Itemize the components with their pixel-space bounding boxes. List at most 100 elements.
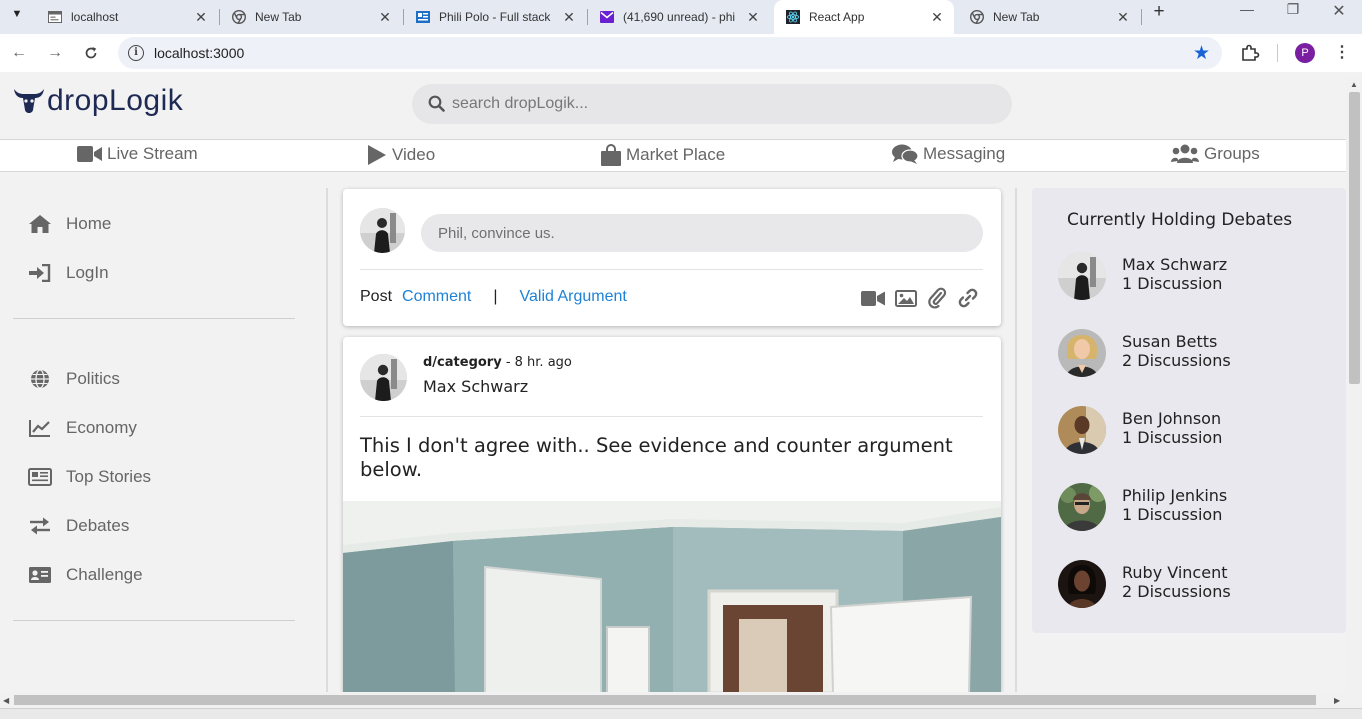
logo[interactable]: dropLogik — [12, 84, 183, 118]
newspaper-icon — [28, 468, 52, 486]
page-icon — [48, 10, 62, 24]
mail-icon — [600, 10, 614, 24]
scroll-up-arrow-icon[interactable]: ▲ — [1350, 80, 1358, 89]
debater-name: Ruby Vincent — [1122, 563, 1228, 582]
restore-icon[interactable]: ❐ — [1278, 1, 1308, 18]
globe-icon — [28, 369, 52, 389]
browser-tab-portfolio[interactable]: Phili Polo - Full stack ✕ — [404, 0, 586, 34]
topnav-groups[interactable]: Groups — [1171, 144, 1260, 164]
debater-count: 2 Discussions — [1122, 582, 1231, 601]
user-avatar[interactable] — [360, 208, 405, 253]
debater-count: 1 Discussion — [1122, 428, 1223, 447]
left-column-divider — [326, 188, 328, 692]
sidebar-item-economy[interactable]: Economy — [28, 418, 137, 438]
paperclip-icon[interactable] — [927, 287, 947, 314]
reload-icon[interactable] — [80, 42, 102, 64]
debater-item[interactable]: Ben Johnson 1 Discussion — [1058, 406, 1328, 456]
back-arrow-icon[interactable]: ← — [8, 42, 30, 64]
search-input[interactable] — [452, 92, 992, 116]
topnav-label: Messaging — [923, 144, 1006, 163]
topnav-live-stream[interactable]: Live Stream — [77, 144, 198, 164]
bookmark-star-icon[interactable]: ★ — [1193, 42, 1210, 65]
valid-argument-button[interactable]: Valid Argument — [520, 288, 627, 306]
left-sidebar: Home LogIn Politics Economy Top Stories … — [0, 172, 326, 692]
topnav-label: Live Stream — [107, 144, 198, 163]
taskbar-strip — [0, 708, 1362, 719]
close-tab-icon[interactable]: ✕ — [930, 9, 944, 26]
address-bar[interactable]: i localhost:3000 ★ — [118, 37, 1222, 69]
image-icon[interactable] — [895, 289, 917, 312]
forward-arrow-icon[interactable]: → — [44, 42, 66, 64]
tab-search-chevron-icon[interactable]: ▼ — [6, 3, 28, 25]
chrome-icon — [970, 10, 984, 24]
site-info-icon[interactable]: i — [128, 45, 144, 61]
post-divider — [360, 416, 983, 417]
tab-title: React App — [809, 10, 865, 24]
post-label: Post — [360, 288, 393, 305]
link-icon[interactable] — [957, 287, 979, 314]
search-icon — [428, 95, 445, 117]
profile-avatar[interactable]: P — [1295, 43, 1315, 63]
close-tab-icon[interactable]: ✕ — [378, 9, 392, 26]
debater-count: 2 Discussions — [1122, 351, 1231, 370]
debater-avatar — [1058, 329, 1106, 377]
horizontal-scrollbar[interactable]: ◀ ▶ — [0, 692, 1362, 708]
debater-item[interactable]: Ruby Vincent 2 Discussions — [1058, 560, 1328, 610]
vertical-scrollbar[interactable]: ▲ — [1346, 76, 1362, 692]
logo-text: dropLogik — [47, 84, 184, 117]
post-image[interactable] — [343, 501, 1001, 692]
search-bar[interactable] — [412, 84, 1012, 124]
sidebar-item-challenge[interactable]: Challenge — [28, 565, 143, 585]
sidebar-divider — [13, 318, 295, 319]
close-tab-icon[interactable]: ✕ — [746, 9, 760, 26]
topnav-market-place[interactable]: Market Place — [601, 144, 725, 166]
browser-tab-mail[interactable]: (41,690 unread) - phi ✕ — [588, 0, 770, 34]
post-category-link[interactable]: d/category — [423, 355, 502, 370]
sidebar-item-home[interactable]: Home — [28, 214, 111, 234]
debater-avatar — [1058, 483, 1106, 531]
vertical-scroll-thumb[interactable] — [1349, 92, 1360, 384]
composer-input[interactable] — [421, 214, 983, 252]
line-chart-icon — [28, 419, 52, 437]
browser-tab-new-tab[interactable]: New Tab ✕ — [220, 0, 402, 34]
browser-menu-icon[interactable]: ⋮ — [1332, 42, 1352, 62]
sidebar-item-debates[interactable]: Debates — [28, 516, 129, 536]
browser-tab-react-app[interactable]: React App ✕ — [774, 0, 954, 34]
comment-button[interactable]: Comment — [402, 288, 471, 306]
post-author-name[interactable]: Max Schwarz — [423, 377, 528, 396]
right-column-divider — [1015, 188, 1017, 692]
debater-item[interactable]: Philip Jenkins 1 Discussion — [1058, 483, 1328, 533]
scroll-left-arrow-icon[interactable]: ◀ — [3, 696, 9, 705]
sign-in-icon — [28, 264, 52, 282]
debater-item[interactable]: Max Schwarz 1 Discussion — [1058, 252, 1328, 302]
debater-item[interactable]: Susan Betts 2 Discussions — [1058, 329, 1328, 379]
scroll-right-arrow-icon[interactable]: ▶ — [1334, 696, 1340, 705]
browser-tab-localhost[interactable]: localhost ✕ — [36, 0, 218, 34]
new-tab-plus-icon[interactable]: + — [1148, 2, 1170, 24]
sidebar-item-top-stories[interactable]: Top Stories — [28, 467, 151, 487]
close-tab-icon[interactable]: ✕ — [1116, 9, 1130, 26]
extensions-puzzle-icon[interactable] — [1240, 43, 1260, 63]
browser-tab-new-tab-2[interactable]: New Tab ✕ — [958, 0, 1140, 34]
sidebar-item-politics[interactable]: Politics — [28, 369, 120, 389]
post-author-avatar[interactable] — [360, 354, 407, 401]
sidebar-item-login[interactable]: LogIn — [28, 263, 109, 283]
bull-logo-icon — [14, 89, 44, 113]
topnav-messaging[interactable]: Messaging — [892, 144, 1005, 164]
minimize-icon[interactable]: — — [1232, 1, 1262, 17]
topnav-video[interactable]: Video — [367, 144, 435, 166]
shopping-bag-icon — [601, 144, 621, 166]
tab-title: New Tab — [993, 10, 1040, 24]
window-close-icon[interactable]: ✕ — [1324, 1, 1354, 21]
close-tab-icon[interactable]: ✕ — [562, 9, 576, 26]
close-tab-icon[interactable]: ✕ — [194, 9, 208, 26]
sidebar-item-label: Politics — [66, 369, 120, 388]
topnav-label: Groups — [1204, 144, 1260, 163]
video-camera-icon[interactable] — [861, 290, 885, 312]
comments-icon — [892, 144, 918, 164]
topnav-label: Market Place — [626, 145, 726, 164]
horizontal-scroll-thumb[interactable] — [14, 695, 1316, 705]
tab-title: New Tab — [255, 10, 302, 24]
post-body-text: This I don't agree with.. See evidence a… — [360, 434, 953, 481]
post-time: - 8 hr. ago — [501, 355, 572, 370]
